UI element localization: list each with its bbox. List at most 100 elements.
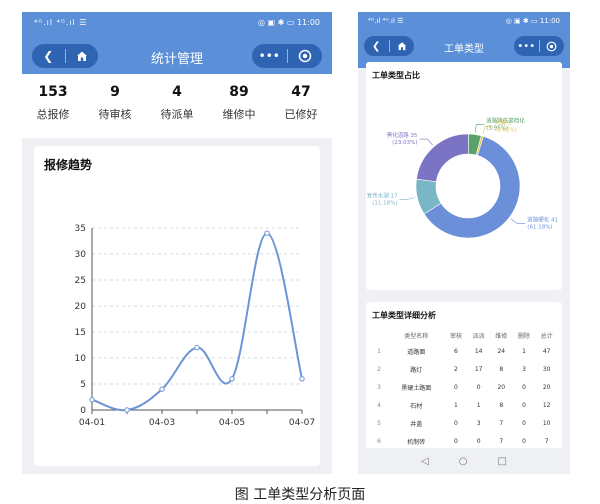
slice-label: (61.18%) [527,225,552,231]
slice-label: 黑化道路 35 [387,131,418,139]
table-cell: 20 [542,383,551,391]
table-cell: 14 [474,347,483,355]
stat-label: 维修中 [222,108,256,121]
recent-square-icon[interactable]: □ [497,456,506,467]
y-tick-label: 0 [80,406,86,416]
y-tick-label: 15 [75,328,86,338]
home-icon[interactable] [390,36,415,56]
data-point [264,230,270,236]
slice-leader-line [510,218,526,224]
table-cell: 0 [454,383,458,391]
table-cell: 路灯 [410,366,423,374]
col-header: 审核 [449,332,462,340]
col-header: 删除 [517,332,530,340]
type-ratio-card: 工单类型占比 道路硬化 41 (61.18%) 宣传水湖 17 (11.18%) 黑化道… [366,62,562,290]
nav-capsule-right: ••• [514,36,564,56]
detail-table: 类型名称 审核 派派 维修 删除 总计 1 道路面 6 14 24 1 47 2 路灯 2 17 8 3… [370,328,558,450]
slice-label: (0.66%) [495,127,517,133]
x-tick-label: 04-03 [149,418,175,428]
data-point [159,386,165,392]
signal-icons: ⁴ᴳ.ıl ⁴ᴳ.ıl ☰ [368,17,404,25]
slice-label: 闲置 1 [495,118,511,126]
home-circle-icon[interactable]: ○ [459,456,468,467]
signal-icons: ⁴ᴳ.ıl ⁴ᴳ.ıl ☰ [34,18,88,27]
data-point [229,376,235,382]
col-header: 派派 [472,332,485,340]
close-target-icon[interactable] [288,44,323,68]
right-status-bar: ⁴ᴳ.ıl ⁴ᴳ.ıl ☰ ◎ ▣ ✱ ▭ 11:00 [358,12,570,32]
stat-value: 4 [172,84,182,100]
table-row[interactable]: 5 井盖 0 3 7 0 10 [370,414,558,432]
table-cell: 3 [377,383,381,391]
table-cell: 17 [474,365,483,373]
slice-leader-line [474,124,485,133]
stat-label: 总报修 [36,108,70,121]
y-tick-label: 20 [75,302,87,312]
stat-repaired[interactable]: 47 已修好 [270,74,332,138]
data-point [124,407,130,413]
table-cell: 0 [476,383,481,391]
back-triangle-icon[interactable]: ◁ [421,456,429,467]
figure-caption: 图 工单类型分析页面 [234,487,366,503]
stat-in-repair[interactable]: 89 维修中 [208,74,270,138]
stat-pending-dispatch[interactable]: 4 待派单 [146,74,208,138]
table-title: 工单类型详细分析 [372,311,436,320]
x-tick-label: 04-07 [289,418,315,428]
table-cell: 1 [476,401,481,409]
table-cell: 4 [377,401,381,409]
nav-capsule-left: ❮ [364,36,414,56]
table-cell: 道路面 [407,348,426,356]
y-tick-label: 25 [75,276,86,286]
table-cell: 7 [499,419,504,427]
status-right: ◎ ▣ ✱ ▭ 11:00 [257,18,320,27]
data-point [89,396,95,403]
data-point [194,344,200,351]
close-target-icon[interactable] [540,36,565,56]
nav-capsule-right: ••• [252,44,322,68]
more-icon[interactable]: ••• [252,44,287,68]
table-row[interactable]: 4 石材 1 1 8 0 12 [370,396,558,414]
table-cell: 3 [522,365,526,373]
table-row[interactable]: 1 道路面 6 14 24 1 47 [370,342,558,360]
table-cell: 0 [522,383,526,391]
table-cell: 石材 [410,402,423,410]
table-row[interactable]: 3 黑硬土路面 0 0 20 0 20 [370,378,558,396]
table-cell: 2 [454,365,458,373]
table-cell: 12 [542,401,551,409]
table-cell: 10 [542,419,551,427]
more-icon[interactable]: ••• [514,36,539,56]
table-cell: 30 [542,365,551,373]
stat-total[interactable]: 153 总报修 [22,74,84,138]
table-cell: 47 [542,347,551,355]
slice-label: (11.18%) [372,200,397,206]
system-nav-bar: ◁ ○ □ [358,448,570,474]
y-tick-label: 10 [75,354,87,364]
y-tick-label: 5 [80,380,86,390]
table-cell: 0 [522,419,526,427]
table-cell: 井盖 [410,420,423,428]
slice-label: 宣传水湖 17 [367,191,398,199]
left-header: ⁴ᴳ.ıl ⁴ᴳ.ıl ☰ ◎ ▣ ✱ ▭ 11:00 统计管理 ❮ ••• [22,12,332,74]
table-cell: 5 [377,419,381,427]
table-row[interactable]: 2 路灯 2 17 8 3 30 [370,360,558,378]
right-phone-screen: ⁴ᴳ.ıl ⁴ᴳ.ıl ☰ ◎ ▣ ✱ ▭ 11:00 工单类型 ❮ ••• 工… [358,12,570,474]
slice-label: (23.03%) [392,140,417,146]
stat-pending-review[interactable]: 9 待审核 [84,74,146,138]
table-cell: 0 [454,419,458,427]
slice-leader-line [399,197,416,200]
donut-slice [416,133,469,183]
table-header-row: 类型名称 审核 派派 维修 删除 总计 [370,328,558,342]
back-icon[interactable]: ❮ [32,44,65,68]
back-icon[interactable]: ❮ [364,36,389,56]
x-tick-label: 04-05 [219,418,245,428]
home-icon[interactable] [66,44,99,68]
stats-bar: 153 总报修 9 待审核 4 待派单 89 维修中 47 已修好 [22,74,332,138]
stat-value: 9 [110,84,120,100]
data-point [299,376,305,382]
stat-value: 153 [38,84,68,100]
trend-chart-card: 报修趋势 0 5 10 15 20 25 30 35 04-01 04-03 04-05 04-07 [34,146,320,466]
stat-label: 已修好 [284,108,318,121]
table-cell: 1 [377,347,381,355]
table-cell: 2 [377,365,381,373]
nav-capsule-left: ❮ [32,44,98,68]
